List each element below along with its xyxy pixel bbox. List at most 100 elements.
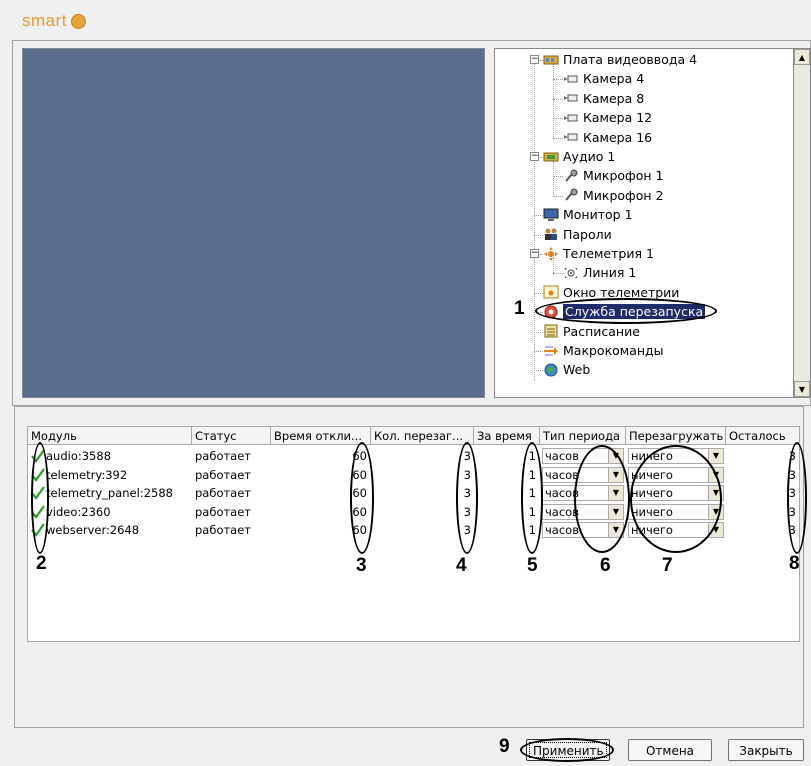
tree-item[interactable]: Микрофон 1 — [563, 166, 663, 185]
tree-scrollbar[interactable]: ▲ ▼ — [794, 48, 811, 398]
module-cell: video:2360 — [46, 504, 111, 519]
column-header[interactable]: Статус — [192, 427, 271, 445]
restart-count-cell: 3 — [463, 504, 471, 519]
chevron-down-icon[interactable]: ▼ — [708, 486, 723, 500]
response-time-cell: 60 — [352, 449, 367, 463]
column-header[interactable]: Перезагружать — [626, 427, 726, 445]
table-row[interactable]: video:2360 работает 60 3 1 часов ▼ ничего ▼ 3 — [28, 503, 799, 521]
macro-icon — [543, 344, 559, 358]
period-type-value: часов — [545, 504, 579, 519]
logo-text: smart — [22, 11, 67, 30]
tree-item[interactable]: Служба перезапуска — [543, 302, 706, 321]
period-type-select[interactable]: часов ▼ — [542, 485, 624, 501]
tree-item-label: Аудио 1 — [563, 149, 616, 164]
restart-service-icon — [543, 305, 559, 319]
table-row[interactable]: audio:3588 работает 60 3 1 часов ▼ ничего ▼ 3 — [28, 447, 799, 465]
table-row[interactable]: telemetry_panel:2588 работает 60 3 1 часов ▼ ни… — [28, 484, 799, 502]
restart-count-cell: 3 — [463, 523, 471, 537]
apply-button[interactable]: Применить — [526, 739, 610, 761]
collapse-icon[interactable]: − — [530, 55, 539, 64]
cancel-button[interactable]: Отмена — [628, 739, 712, 761]
status-cell: работает — [195, 504, 251, 519]
chevron-down-icon[interactable]: ▼ — [708, 504, 723, 519]
period-type-select[interactable]: часов ▼ — [542, 466, 624, 483]
column-header[interactable]: Время откли... — [271, 427, 371, 445]
chevron-down-icon[interactable]: ▼ — [608, 504, 623, 519]
reload-select[interactable]: ничего ▼ — [628, 448, 724, 464]
tree-item[interactable]: Телеметрия 1 — [543, 244, 654, 263]
microphone-icon — [563, 188, 579, 202]
tree-item[interactable]: Камера 12 — [563, 108, 652, 127]
scroll-up-icon[interactable]: ▲ — [794, 49, 810, 65]
chevron-down-icon[interactable]: ▼ — [608, 523, 623, 537]
smart-logo: smart — [22, 10, 86, 32]
scroll-down-icon[interactable]: ▼ — [794, 381, 810, 397]
chevron-down-icon[interactable]: ▼ — [708, 467, 723, 482]
period-type-value: часов — [545, 467, 579, 482]
status-check-icon — [31, 486, 45, 500]
period-cell: 1 — [528, 504, 536, 519]
reload-select[interactable]: ничего ▼ — [628, 485, 724, 501]
chevron-down-icon[interactable]: ▼ — [608, 486, 623, 500]
collapse-icon[interactable]: − — [530, 152, 539, 161]
response-time-cell: 60 — [352, 504, 367, 519]
tree-item-label: Пароли — [563, 226, 612, 242]
microphone-icon — [563, 169, 579, 183]
table-row[interactable]: webserver:2648 работает 60 3 1 часов ▼ ничего ▼ 3 — [28, 521, 799, 539]
monitor-icon — [543, 208, 559, 222]
column-header[interactable]: За время — [474, 427, 540, 445]
column-header[interactable]: Кол. перезаг... — [371, 427, 474, 445]
tree-item-label: Телеметрия 1 — [563, 246, 654, 261]
telemetry-window-icon — [543, 285, 559, 299]
period-type-select[interactable]: часов ▼ — [542, 503, 624, 520]
tree-item[interactable]: Камера 4 — [563, 69, 644, 88]
reload-select[interactable]: ничего ▼ — [628, 522, 724, 538]
column-header[interactable]: Тип периода — [540, 427, 626, 445]
reload-select[interactable]: ничего ▼ — [628, 466, 724, 483]
period-type-select[interactable]: часов ▼ — [542, 448, 624, 464]
tree-item[interactable]: Камера 8 — [563, 89, 644, 108]
chevron-down-icon[interactable]: ▼ — [708, 523, 723, 537]
chevron-down-icon[interactable]: ▼ — [708, 449, 723, 463]
restart-count-cell: 3 — [463, 486, 471, 500]
callout-number: 7 — [662, 555, 673, 576]
tree-item[interactable]: Пароли — [543, 225, 612, 244]
period-type-value: часов — [545, 449, 579, 463]
callout-number: 8 — [789, 553, 800, 574]
status-check-icon — [31, 449, 45, 463]
tree-item-label: Расписание — [563, 323, 640, 339]
reload-select[interactable]: ничего ▼ — [628, 503, 724, 520]
line-icon — [563, 266, 579, 280]
column-header[interactable]: Модуль — [28, 427, 192, 445]
device-tree[interactable]: Плата видеоввода 4 − Камера 4 Камера 8 Камер… — [494, 48, 794, 398]
chevron-down-icon[interactable]: ▼ — [608, 467, 623, 482]
response-time-cell: 60 — [352, 486, 367, 500]
tree-item[interactable]: Микрофон 2 — [563, 186, 663, 205]
collapse-icon[interactable]: − — [530, 249, 539, 258]
tree-item[interactable]: Расписание — [543, 322, 640, 341]
close-button[interactable]: Закрыть — [728, 739, 804, 761]
tree-item[interactable]: Аудио 1 — [543, 147, 615, 166]
tree-item[interactable]: Окно телеметрии — [543, 283, 679, 302]
tree-item-label: Служба перезапуска — [563, 304, 706, 320]
tree-item[interactable]: Плата видеоввода 4 — [543, 50, 697, 69]
camera-icon — [563, 72, 579, 86]
period-cell: 1 — [528, 449, 536, 463]
callout-number: 1 — [514, 298, 525, 319]
status-cell: работает — [195, 467, 251, 482]
reload-value: ничего — [631, 523, 673, 537]
tree-item[interactable]: Монитор 1 — [543, 205, 633, 224]
chevron-down-icon[interactable]: ▼ — [608, 449, 623, 463]
tree-item[interactable]: Web — [543, 360, 590, 379]
column-header[interactable]: Осталось — [726, 427, 799, 445]
users-icon — [543, 227, 559, 241]
video-preview — [22, 48, 485, 398]
tree-item-label: Линия 1 — [583, 265, 637, 281]
period-type-select[interactable]: часов ▼ — [542, 522, 624, 538]
tree-item[interactable]: Линия 1 — [563, 263, 636, 282]
video-board-icon — [543, 53, 559, 67]
table-row[interactable]: telemetry:392 работает 60 3 1 часов ▼ ничего ▼ 3 — [28, 466, 799, 484]
reload-value: ничего — [631, 504, 673, 519]
tree-item[interactable]: Камера 16 — [563, 128, 652, 147]
tree-item[interactable]: Макрокоманды — [543, 341, 664, 360]
